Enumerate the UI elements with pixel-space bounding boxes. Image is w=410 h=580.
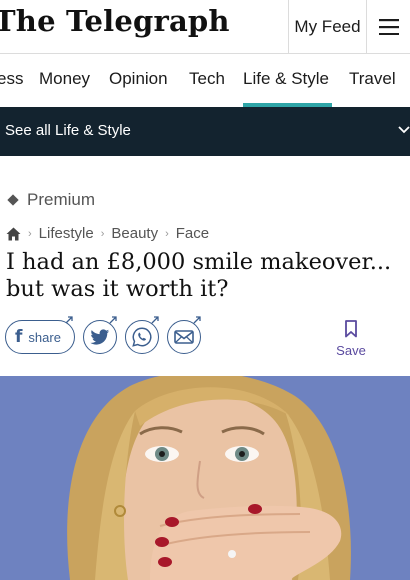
- premium-label: Premium: [27, 190, 96, 209]
- share-label: share: [28, 329, 61, 345]
- nav-item-life-style[interactable]: Life & Style: [243, 69, 329, 89]
- external-arrow-icon: [109, 316, 117, 324]
- whatsapp-share-button[interactable]: [125, 320, 159, 354]
- bookmark-icon: [345, 320, 357, 338]
- breadcrumb-separator: ›: [28, 227, 32, 240]
- external-arrow-icon: [151, 316, 159, 324]
- nav-item-travel[interactable]: Travel: [349, 69, 396, 89]
- my-feed-button[interactable]: My Feed: [288, 0, 366, 54]
- facebook-share-button[interactable]: f share: [5, 320, 75, 354]
- premium-badge: Premium: [7, 190, 95, 210]
- facebook-icon: f: [15, 327, 23, 347]
- breadcrumb-separator: ›: [165, 227, 169, 240]
- nav-item-opinion[interactable]: Opinion: [109, 69, 168, 89]
- masthead: The Telegraph My Feed: [0, 0, 410, 54]
- home-icon[interactable]: [6, 227, 21, 241]
- see-all-bar[interactable]: See all Life & Style: [0, 107, 410, 156]
- twitter-icon: [90, 328, 110, 345]
- breadcrumb-face[interactable]: Face: [176, 225, 209, 242]
- premium-diamond-icon: [7, 194, 19, 206]
- breadcrumb: › Lifestyle › Beauty › Face: [6, 225, 209, 242]
- twitter-share-button[interactable]: [83, 320, 117, 354]
- nav-item-money[interactable]: Money: [39, 69, 90, 89]
- article-headline: I had an £8,000 smile makeover... but wa…: [6, 249, 392, 302]
- menu-button[interactable]: [366, 0, 410, 54]
- breadcrumb-separator: ›: [100, 227, 105, 240]
- envelope-icon: [174, 330, 194, 344]
- external-arrow-icon: [193, 316, 201, 324]
- external-arrow-icon: [65, 316, 73, 324]
- nav-item-business[interactable]: ess: [0, 69, 23, 89]
- save-label: Save: [336, 343, 366, 358]
- chevron-down-icon: [398, 126, 410, 134]
- email-share-button[interactable]: [167, 320, 201, 354]
- hero-photo-illustration: [0, 376, 410, 580]
- nav-item-tech[interactable]: Tech: [189, 69, 225, 89]
- hamburger-menu-icon: [378, 19, 399, 35]
- save-button[interactable]: Save: [336, 320, 366, 358]
- breadcrumb-lifestyle[interactable]: Lifestyle: [39, 225, 94, 242]
- breadcrumb-beauty[interactable]: Beauty: [111, 225, 158, 242]
- section-nav: ess Money Opinion Tech Life & Style Trav…: [0, 54, 410, 107]
- telegraph-logo[interactable]: The Telegraph: [0, 4, 230, 38]
- whatsapp-icon: [132, 327, 152, 347]
- hero-image: [0, 376, 410, 580]
- see-all-label: See all Life & Style: [5, 122, 131, 139]
